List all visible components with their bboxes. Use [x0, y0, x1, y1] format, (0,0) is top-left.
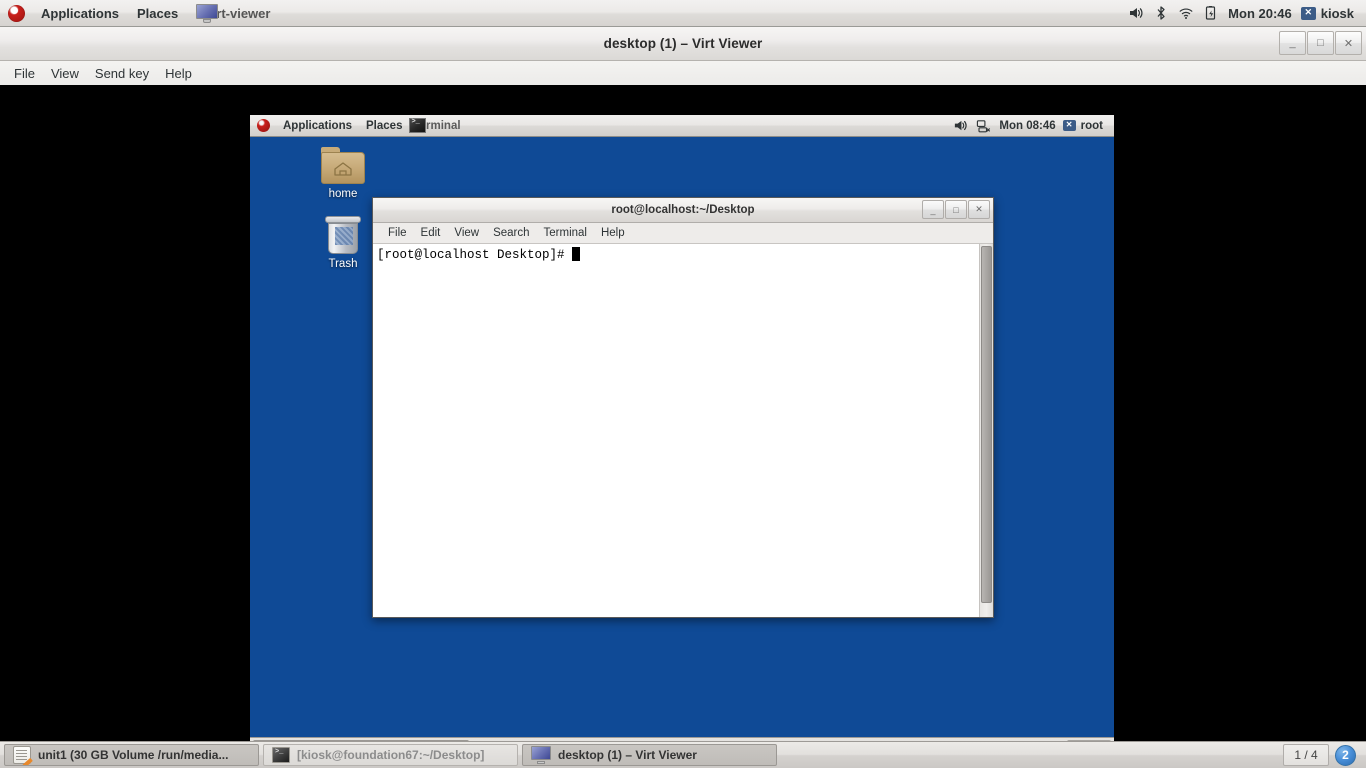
host-taskbar-right: 1 / 4 2: [1283, 744, 1362, 766]
screen-root: Applications Places Virt-viewer Mon 20:4…: [0, 0, 1366, 768]
volume-icon[interactable]: [953, 118, 969, 134]
host-applications-label: Applications: [41, 5, 120, 21]
guest-panel-task-terminal[interactable]: Terminal: [409, 115, 468, 136]
terminal-titlebar[interactable]: root@localhost:~/Desktop _ □ ✕: [373, 198, 993, 223]
host-panel-tray: Mon 20:46 kiosk: [1128, 0, 1366, 26]
host-taskbar-item-unit1-label: unit1 (30 GB Volume /run/media...: [38, 748, 229, 762]
terminal-scrollbar[interactable]: [979, 244, 993, 617]
wifi-icon[interactable]: [1178, 5, 1194, 21]
minimize-button[interactable]: _: [1279, 31, 1306, 55]
menu-help[interactable]: Help: [157, 63, 200, 84]
menu-file[interactable]: File: [6, 63, 43, 84]
terminal-title: root@localhost:~/Desktop: [611, 204, 755, 216]
virt-viewer-title: desktop (1) – Virt Viewer: [603, 36, 763, 51]
trash-icon: [325, 216, 361, 254]
terminal-window-controls: _ □ ✕: [922, 200, 990, 219]
user-badge-icon: [1062, 118, 1076, 131]
terminal-menu-edit[interactable]: Edit: [414, 225, 448, 241]
guest-top-panel: Applications Places Terminal: [250, 115, 1114, 137]
terminal-prompt: [root@localhost Desktop]#: [377, 248, 573, 262]
monitor-icon: [196, 3, 219, 23]
terminal-minimize-button[interactable]: _: [922, 200, 944, 219]
desktop-icon-trash-label: Trash: [328, 258, 358, 270]
notification-badge[interactable]: 2: [1335, 744, 1356, 766]
guest-clock[interactable]: Mon 08:46: [999, 120, 1055, 132]
host-taskbar-item-unit1[interactable]: unit1 (30 GB Volume /run/media...: [4, 744, 259, 766]
terminal-menu-file[interactable]: File: [381, 225, 414, 241]
menu-view[interactable]: View: [43, 63, 87, 84]
terminal-menu-view[interactable]: View: [447, 225, 486, 241]
host-taskbar: unit1 (30 GB Volume /run/media... [kiosk…: [0, 741, 1366, 768]
host-taskbar-item-kiosk-terminal-label: [kiosk@foundation67:~/Desktop]: [297, 748, 485, 762]
guest-screen[interactable]: Applications Places Terminal: [250, 115, 1114, 761]
close-button[interactable]: ✕: [1335, 31, 1362, 55]
host-taskbar-item-virt-viewer[interactable]: desktop (1) – Virt Viewer: [522, 744, 777, 766]
guest-fedora-logo-icon[interactable]: [257, 119, 270, 132]
terminal-menu-search[interactable]: Search: [486, 225, 536, 241]
host-menu-places[interactable]: Places: [128, 0, 187, 26]
guest-user-label: root: [1080, 119, 1103, 132]
host-panel-task-virt-viewer[interactable]: Virt-viewer: [187, 0, 279, 26]
home-folder-icon: [321, 147, 365, 184]
guest-menu-applications[interactable]: Applications: [276, 115, 359, 136]
terminal-window[interactable]: root@localhost:~/Desktop _ □ ✕ File Edit…: [372, 197, 994, 618]
host-user-menu[interactable]: kiosk: [1300, 5, 1358, 21]
terminal-screen[interactable]: [root@localhost Desktop]#: [373, 244, 979, 617]
virt-viewer-window: desktop (1) – Virt Viewer _ □ ✕ File Vie…: [0, 27, 1366, 761]
host-places-label: Places: [137, 5, 179, 21]
desktop-icon-home-label: home: [328, 188, 358, 200]
terminal-icon: [272, 747, 290, 763]
text-editor-icon: [13, 746, 31, 764]
guest-applications-label: Applications: [283, 119, 353, 132]
menu-send-key[interactable]: Send key: [87, 63, 157, 84]
block-cursor: [572, 247, 581, 261]
terminal-scrollbar-thumb[interactable]: [981, 246, 992, 603]
volume-icon[interactable]: [1128, 5, 1144, 21]
battery-charging-icon[interactable]: [1203, 5, 1219, 21]
terminal-icon: [409, 118, 427, 133]
host-top-panel: Applications Places Virt-viewer Mon 20:4…: [0, 0, 1366, 27]
network-disconnected-icon[interactable]: [976, 118, 992, 134]
virt-viewer-menubar: File View Send key Help: [0, 61, 1366, 87]
guest-places-label: Places: [366, 119, 403, 132]
guest-user-menu[interactable]: root: [1062, 118, 1107, 132]
terminal-prompt-line: [root@localhost Desktop]#: [377, 247, 975, 263]
bluetooth-icon[interactable]: [1153, 5, 1169, 21]
virt-viewer-titlebar[interactable]: desktop (1) – Virt Viewer _ □ ✕: [0, 27, 1366, 61]
maximize-button[interactable]: □: [1307, 31, 1334, 55]
host-taskbar-item-kiosk-terminal[interactable]: [kiosk@foundation67:~/Desktop]: [263, 744, 518, 766]
guest-menu-places[interactable]: Places: [359, 115, 409, 136]
host-workspace-indicator[interactable]: 1 / 4: [1283, 744, 1329, 766]
host-panel-left: Applications Places Virt-viewer: [0, 0, 279, 26]
terminal-close-button[interactable]: ✕: [968, 200, 990, 219]
desktop-icon-home[interactable]: home: [298, 147, 388, 200]
host-menu-applications[interactable]: Applications: [32, 0, 128, 26]
virt-viewer-window-controls: _ □ ✕: [1279, 31, 1362, 55]
host-clock[interactable]: Mon 20:46: [1228, 6, 1292, 21]
terminal-body[interactable]: [root@localhost Desktop]#: [373, 243, 993, 617]
fedora-logo-icon[interactable]: [8, 4, 25, 22]
host-user-label: kiosk: [1320, 5, 1354, 21]
terminal-maximize-button[interactable]: □: [945, 200, 967, 219]
terminal-menubar: File Edit View Search Terminal Help: [373, 223, 993, 243]
monitor-icon: [531, 746, 551, 764]
guest-panel-tray: Mon 08:46 root: [953, 118, 1114, 134]
terminal-menu-terminal[interactable]: Terminal: [537, 225, 594, 241]
user-badge-icon: [1300, 5, 1316, 20]
terminal-menu-help[interactable]: Help: [594, 225, 632, 241]
host-taskbar-item-virt-viewer-label: desktop (1) – Virt Viewer: [558, 748, 697, 762]
